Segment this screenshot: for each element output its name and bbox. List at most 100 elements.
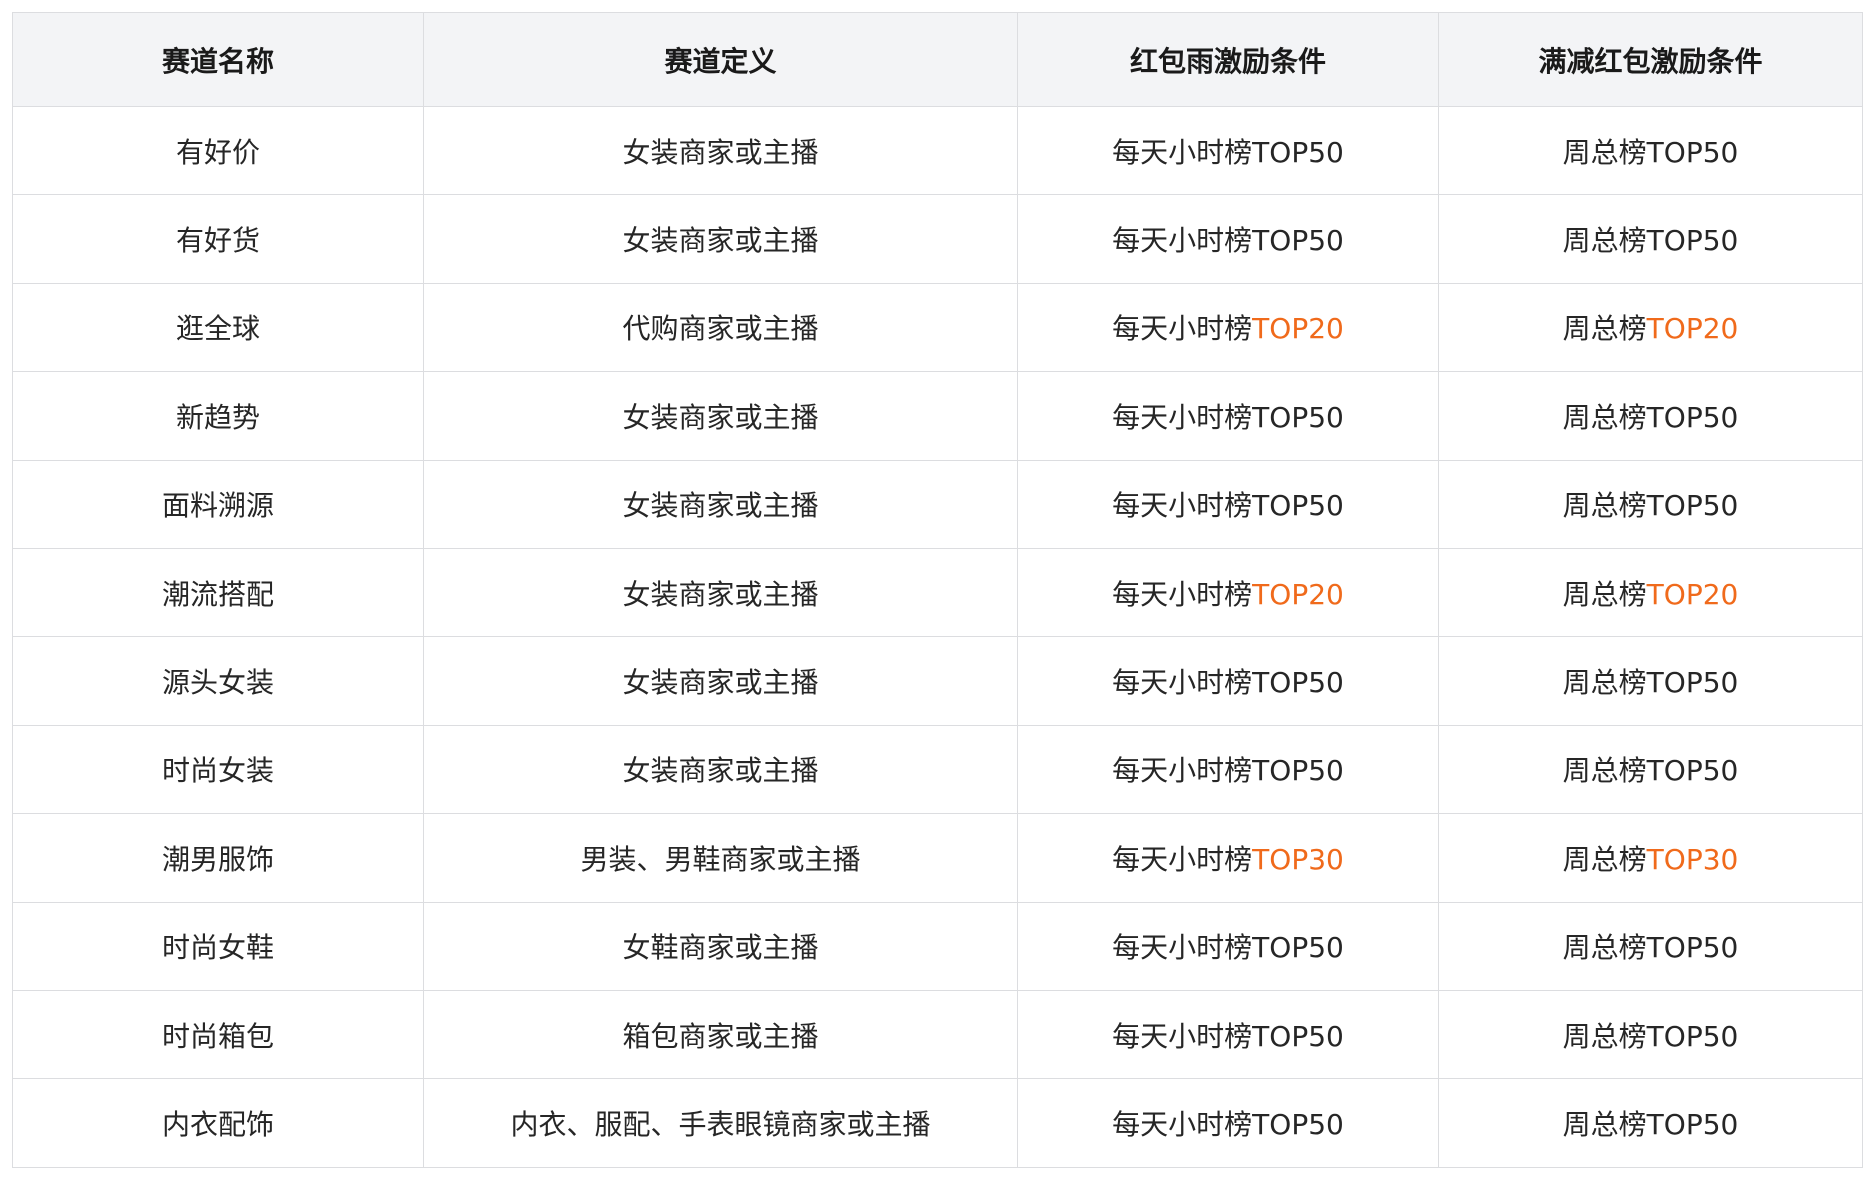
rain-condition-rank: TOP20 xyxy=(1252,312,1344,346)
discount-condition-prefix: 周总榜 xyxy=(1562,312,1647,346)
discount-condition-rank: TOP20 xyxy=(1646,577,1739,611)
cell-red-packet-rain-condition: 每天小时榜TOP30 xyxy=(1017,813,1439,903)
table-row: 时尚箱包 箱包商家或主播 每天小时榜TOP50 周总榜TOP50 xyxy=(12,989,1863,1080)
cell-track-name: 时尚箱包 xyxy=(12,989,424,1080)
cell-discount-red-packet-condition: 周总榜TOP50 xyxy=(1438,194,1863,284)
track-incentive-table-container: 赛道名称 赛道定义 红包雨激励条件 满减红包激励条件 有好价 女装商家或主播 每天小… xyxy=(12,12,1863,1168)
cell-track-definition: 女鞋商家或主播 xyxy=(423,901,1018,991)
header-red-packet-rain-condition: 红包雨激励条件 xyxy=(1017,12,1439,107)
cell-track-name: 内衣配饰 xyxy=(12,1078,424,1168)
rain-condition-rank: TOP50 xyxy=(1252,754,1344,788)
cell-track-definition: 女装商家或主播 xyxy=(423,636,1018,726)
cell-discount-red-packet-condition: 周总榜TOP20 xyxy=(1438,282,1863,373)
cell-track-definition: 女装商家或主播 xyxy=(423,459,1018,549)
rain-condition-prefix: 每天小时榜 xyxy=(1112,224,1253,258)
discount-condition-prefix: 周总榜 xyxy=(1562,666,1647,700)
table-row: 潮流搭配 女装商家或主播 每天小时榜TOP20 周总榜TOP20 xyxy=(12,547,1863,638)
rain-condition-prefix: 每天小时榜 xyxy=(1112,577,1253,611)
header-row: 赛道名称 赛道定义 红包雨激励条件 满减红包激励条件 xyxy=(12,12,1863,107)
rain-condition-prefix: 每天小时榜 xyxy=(1112,666,1253,700)
discount-condition-prefix: 周总榜 xyxy=(1562,931,1647,965)
cell-track-name: 源头女装 xyxy=(12,636,424,726)
table-row: 源头女装 女装商家或主播 每天小时榜TOP50 周总榜TOP50 xyxy=(12,636,1863,726)
rain-condition-prefix: 每天小时榜 xyxy=(1112,135,1253,169)
cell-discount-red-packet-condition: 周总榜TOP50 xyxy=(1438,901,1863,991)
cell-red-packet-rain-condition: 每天小时榜TOP50 xyxy=(1017,989,1439,1080)
header-track-name: 赛道名称 xyxy=(12,12,424,107)
cell-red-packet-rain-condition: 每天小时榜TOP50 xyxy=(1017,194,1439,284)
track-incentive-table: 赛道名称 赛道定义 红包雨激励条件 满减红包激励条件 有好价 女装商家或主播 每天小… xyxy=(12,12,1863,1168)
cell-track-definition: 女装商家或主播 xyxy=(423,194,1018,284)
rain-condition-rank: TOP30 xyxy=(1252,842,1344,876)
discount-condition-prefix: 周总榜 xyxy=(1562,135,1647,169)
cell-discount-red-packet-condition: 周总榜TOP30 xyxy=(1438,813,1863,903)
rain-condition-prefix: 每天小时榜 xyxy=(1112,1107,1253,1141)
cell-track-name: 面料溯源 xyxy=(12,459,424,549)
rain-condition-rank: TOP50 xyxy=(1252,1107,1344,1141)
table-body: 有好价 女装商家或主播 每天小时榜TOP50 周总榜TOP50 有好货 女装商家或主播 每天… xyxy=(12,105,1863,1168)
table-row: 逛全球 代购商家或主播 每天小时榜TOP20 周总榜TOP20 xyxy=(12,282,1863,373)
cell-discount-red-packet-condition: 周总榜TOP20 xyxy=(1438,547,1863,638)
table-header: 赛道名称 赛道定义 红包雨激励条件 满减红包激励条件 xyxy=(12,12,1863,107)
cell-track-definition: 女装商家或主播 xyxy=(423,724,1018,815)
cell-track-definition: 女装商家或主播 xyxy=(423,371,1018,461)
table-row: 潮男服饰 男装、男鞋商家或主播 每天小时榜TOP30 周总榜TOP30 xyxy=(12,813,1863,903)
discount-condition-prefix: 周总榜 xyxy=(1562,489,1647,523)
discount-condition-rank: TOP20 xyxy=(1646,312,1739,346)
discount-condition-prefix: 周总榜 xyxy=(1562,224,1647,258)
table-row: 有好货 女装商家或主播 每天小时榜TOP50 周总榜TOP50 xyxy=(12,194,1863,284)
discount-condition-rank: TOP50 xyxy=(1646,224,1739,258)
rain-condition-prefix: 每天小时榜 xyxy=(1112,312,1253,346)
discount-condition-rank: TOP50 xyxy=(1646,135,1739,169)
cell-track-definition: 代购商家或主播 xyxy=(423,282,1018,373)
discount-condition-prefix: 周总榜 xyxy=(1562,1107,1647,1141)
cell-discount-red-packet-condition: 周总榜TOP50 xyxy=(1438,1078,1863,1168)
cell-red-packet-rain-condition: 每天小时榜TOP50 xyxy=(1017,724,1439,815)
rain-condition-prefix: 每天小时榜 xyxy=(1112,931,1253,965)
cell-discount-red-packet-condition: 周总榜TOP50 xyxy=(1438,371,1863,461)
discount-condition-prefix: 周总榜 xyxy=(1562,400,1647,434)
table-row: 时尚女装 女装商家或主播 每天小时榜TOP50 周总榜TOP50 xyxy=(12,724,1863,815)
cell-red-packet-rain-condition: 每天小时榜TOP50 xyxy=(1017,371,1439,461)
rain-condition-rank: TOP20 xyxy=(1252,577,1344,611)
table-row: 新趋势 女装商家或主播 每天小时榜TOP50 周总榜TOP50 xyxy=(12,371,1863,461)
cell-track-definition: 女装商家或主播 xyxy=(423,105,1018,196)
table-row: 有好价 女装商家或主播 每天小时榜TOP50 周总榜TOP50 xyxy=(12,105,1863,196)
cell-red-packet-rain-condition: 每天小时榜TOP20 xyxy=(1017,282,1439,373)
cell-red-packet-rain-condition: 每天小时榜TOP50 xyxy=(1017,105,1439,196)
discount-condition-rank: TOP50 xyxy=(1646,1019,1739,1053)
cell-track-name: 有好货 xyxy=(12,194,424,284)
cell-track-definition: 内衣、服配、手表眼镜商家或主播 xyxy=(423,1078,1018,1168)
cell-track-name: 逛全球 xyxy=(12,282,424,373)
discount-condition-rank: TOP50 xyxy=(1646,666,1739,700)
cell-discount-red-packet-condition: 周总榜TOP50 xyxy=(1438,989,1863,1080)
rain-condition-rank: TOP50 xyxy=(1252,1019,1344,1053)
cell-red-packet-rain-condition: 每天小时榜TOP20 xyxy=(1017,547,1439,638)
cell-discount-red-packet-condition: 周总榜TOP50 xyxy=(1438,105,1863,196)
table-row: 内衣配饰 内衣、服配、手表眼镜商家或主播 每天小时榜TOP50 周总榜TOP50 xyxy=(12,1078,1863,1168)
cell-track-name: 新趋势 xyxy=(12,371,424,461)
cell-track-name: 潮男服饰 xyxy=(12,813,424,903)
header-track-definition: 赛道定义 xyxy=(423,12,1018,107)
rain-condition-prefix: 每天小时榜 xyxy=(1112,1019,1253,1053)
cell-track-definition: 女装商家或主播 xyxy=(423,547,1018,638)
cell-track-name: 时尚女鞋 xyxy=(12,901,424,991)
rain-condition-rank: TOP50 xyxy=(1252,400,1344,434)
cell-discount-red-packet-condition: 周总榜TOP50 xyxy=(1438,636,1863,726)
rain-condition-rank: TOP50 xyxy=(1252,931,1344,965)
discount-condition-rank: TOP50 xyxy=(1646,1107,1739,1141)
discount-condition-rank: TOP30 xyxy=(1646,842,1739,876)
discount-condition-rank: TOP50 xyxy=(1646,489,1739,523)
cell-track-definition: 箱包商家或主播 xyxy=(423,989,1018,1080)
discount-condition-rank: TOP50 xyxy=(1646,931,1739,965)
cell-discount-red-packet-condition: 周总榜TOP50 xyxy=(1438,724,1863,815)
rain-condition-rank: TOP50 xyxy=(1252,135,1344,169)
cell-track-definition: 男装、男鞋商家或主播 xyxy=(423,813,1018,903)
discount-condition-prefix: 周总榜 xyxy=(1562,577,1647,611)
cell-red-packet-rain-condition: 每天小时榜TOP50 xyxy=(1017,901,1439,991)
rain-condition-prefix: 每天小时榜 xyxy=(1112,400,1253,434)
cell-red-packet-rain-condition: 每天小时榜TOP50 xyxy=(1017,636,1439,726)
table-row: 面料溯源 女装商家或主播 每天小时榜TOP50 周总榜TOP50 xyxy=(12,459,1863,549)
rain-condition-rank: TOP50 xyxy=(1252,224,1344,258)
cell-track-name: 时尚女装 xyxy=(12,724,424,815)
